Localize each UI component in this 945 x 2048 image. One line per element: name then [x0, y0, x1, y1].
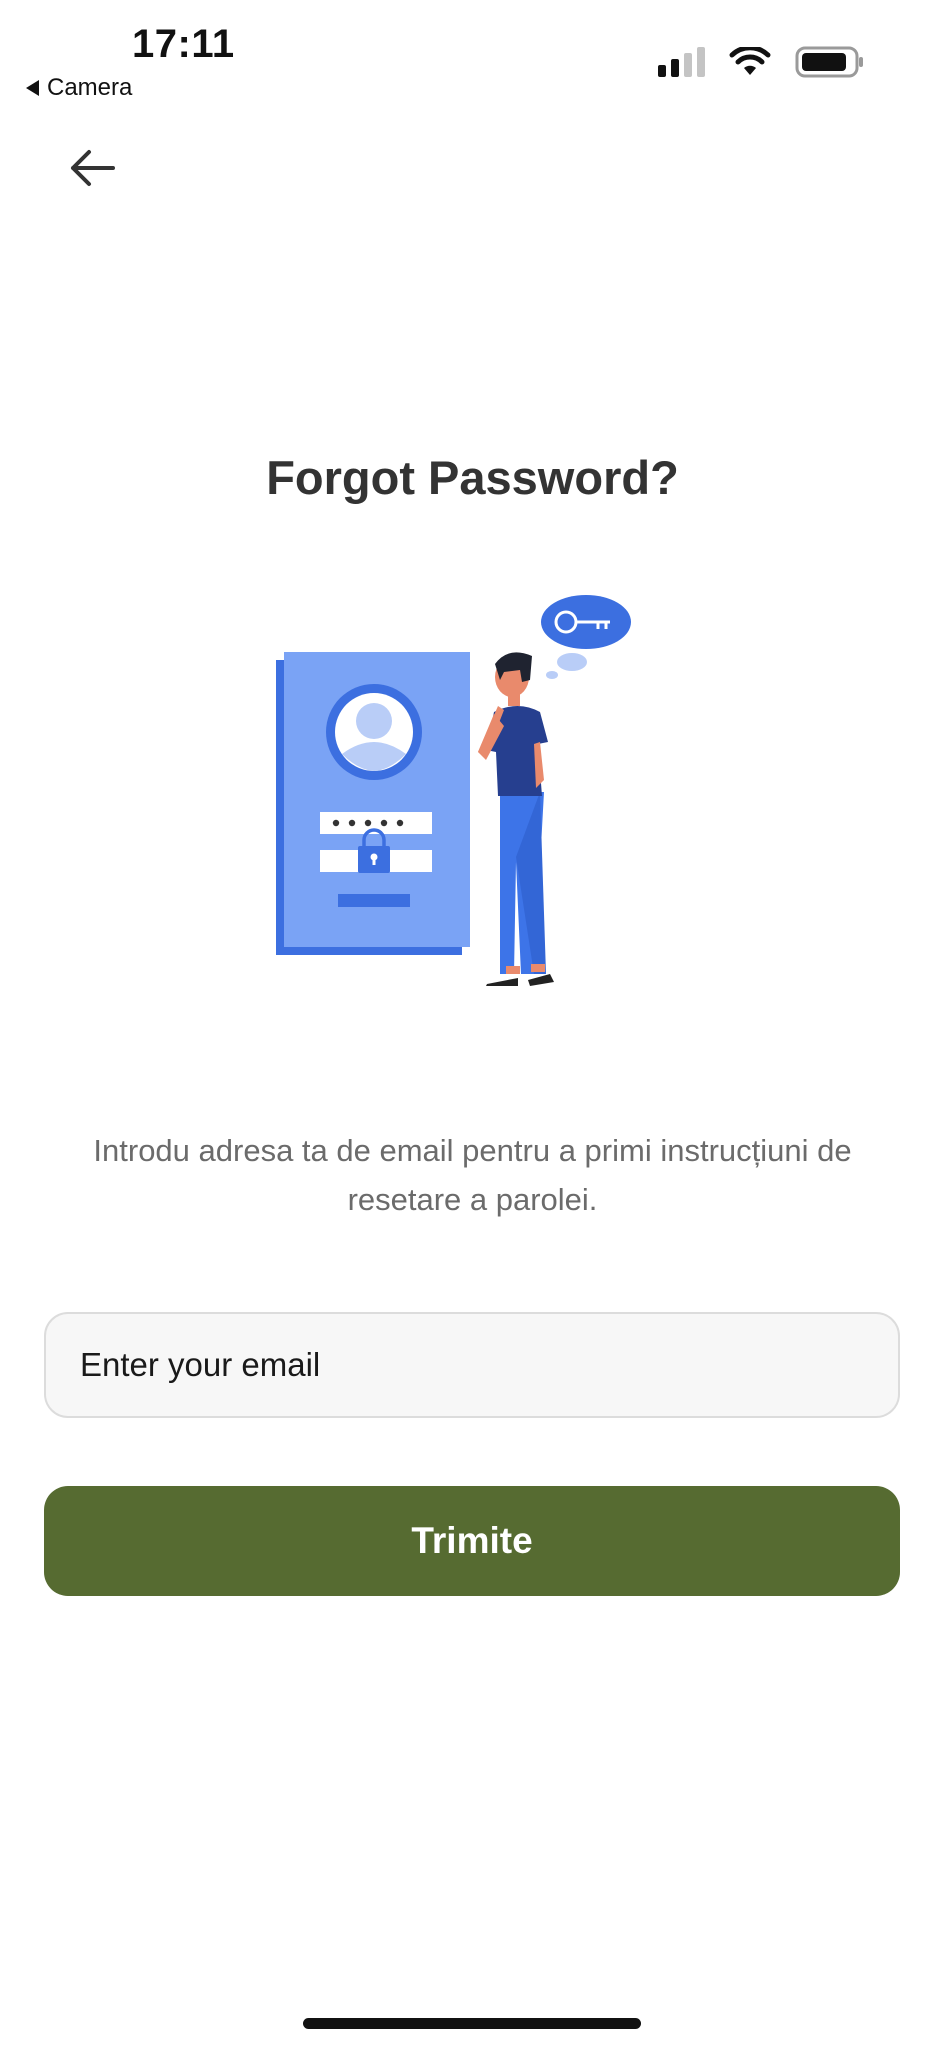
arrow-left-icon — [71, 150, 115, 186]
wifi-icon — [729, 47, 771, 75]
instructions-text: Introdu adresa ta de email pentru a prim… — [93, 1133, 852, 1217]
page-title: Forgot Password? — [266, 451, 679, 504]
status-icons — [658, 46, 865, 78]
home-indicator[interactable] — [303, 2018, 641, 2029]
submit-button[interactable]: Trimite — [44, 1486, 900, 1596]
back-to-app-link[interactable]: Camera — [26, 74, 132, 102]
back-triangle-icon — [26, 80, 39, 96]
status-time: 17:11 — [132, 22, 235, 66]
back-button[interactable] — [64, 140, 120, 196]
cellular-signal-icon — [658, 47, 705, 77]
forgot-password-illustration — [276, 595, 631, 986]
email-input[interactable] — [44, 1312, 900, 1418]
battery-icon — [795, 46, 863, 78]
back-to-app-label: Camera — [47, 74, 133, 101]
